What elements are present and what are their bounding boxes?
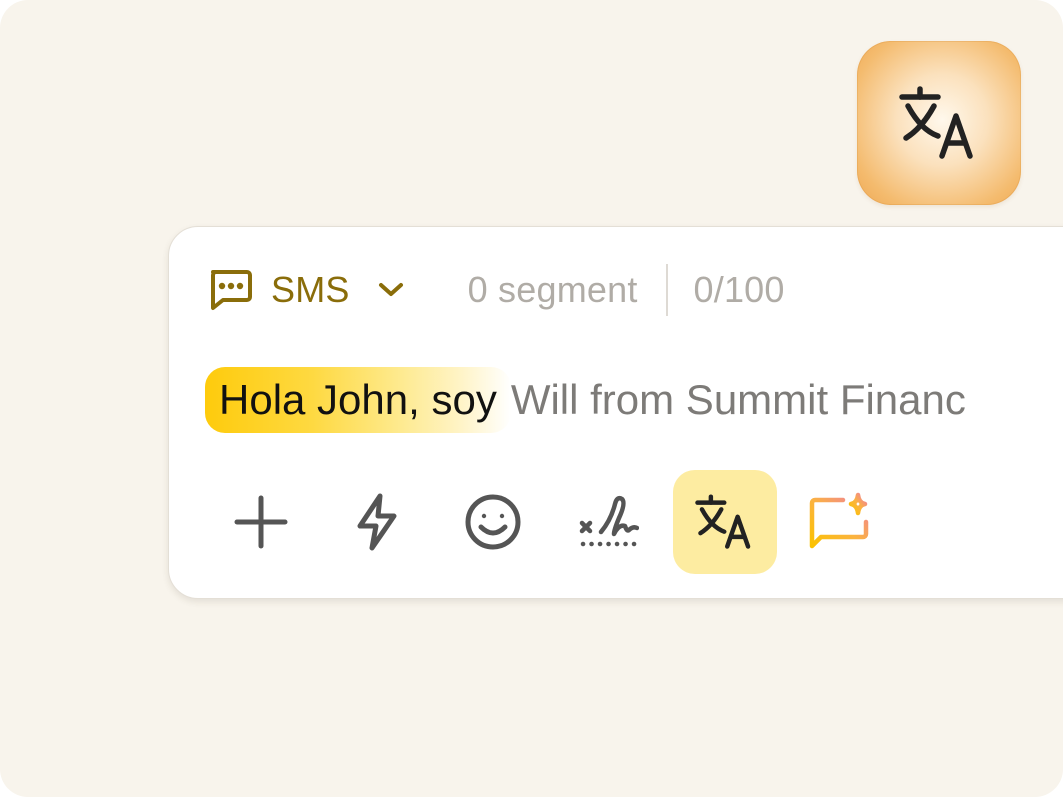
translated-text-highlight: Hola John, soy bbox=[205, 367, 511, 433]
channel-selector[interactable]: SMS bbox=[207, 269, 404, 311]
message-composer: SMS 0 segment 0/100 Hola John, soy Will … bbox=[168, 226, 1063, 599]
message-input[interactable]: Hola John, soy Will from Summit Financ bbox=[205, 367, 966, 433]
channel-label: SMS bbox=[271, 269, 350, 310]
signature-button[interactable] bbox=[557, 470, 661, 574]
add-button[interactable] bbox=[209, 470, 313, 574]
translate-button[interactable] bbox=[673, 470, 777, 574]
translate-feature-badge bbox=[857, 41, 1021, 205]
translate-icon bbox=[695, 494, 751, 549]
emoji-button[interactable] bbox=[441, 470, 545, 574]
plus-icon bbox=[234, 495, 288, 549]
header-divider bbox=[665, 264, 668, 316]
message-icon bbox=[211, 270, 252, 310]
lightning-icon bbox=[357, 493, 397, 551]
character-count: 0/100 bbox=[693, 269, 785, 310]
quick-actions-button[interactable] bbox=[325, 470, 429, 574]
screen-background: SMS 0 segment 0/100 Hola John, soy Will … bbox=[0, 0, 1063, 797]
smiley-icon bbox=[465, 494, 521, 550]
signature-icon bbox=[579, 495, 639, 547]
composer-header: SMS 0 segment 0/100 bbox=[207, 263, 785, 317]
segment-count: 0 segment bbox=[467, 269, 638, 310]
chevron-down-icon bbox=[378, 283, 403, 296]
ai-sparkle-icon bbox=[809, 492, 869, 549]
ai-compose-button[interactable] bbox=[789, 470, 893, 574]
translate-icon bbox=[899, 86, 973, 159]
composer-toolbar bbox=[209, 469, 905, 575]
original-text: Will from Summit Financ bbox=[510, 376, 966, 423]
